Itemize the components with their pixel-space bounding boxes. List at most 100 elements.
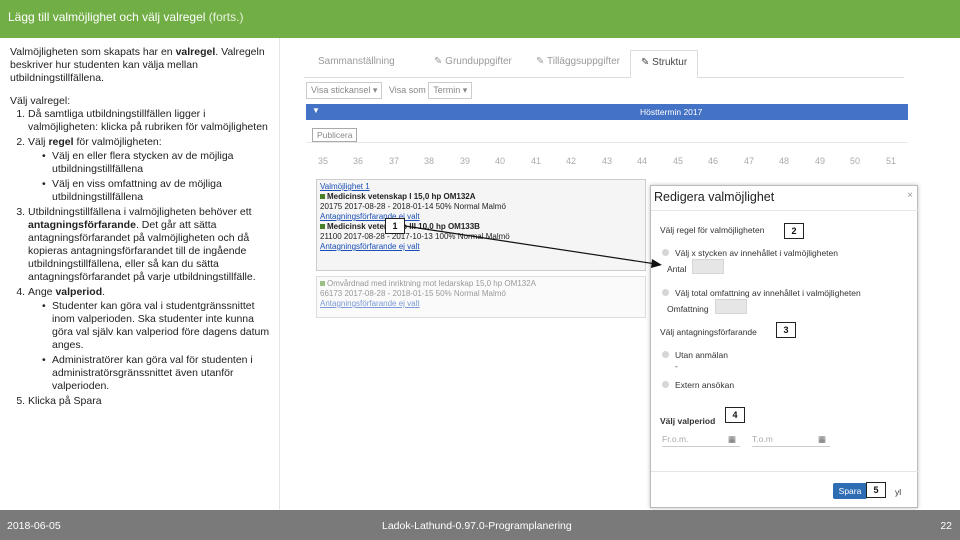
- divider: [651, 471, 919, 472]
- step-4-bullet-1-text: Studenter kan göra val i studentgränssni…: [52, 300, 270, 351]
- tab-tillaggsuppgifter-label: Tilläggsuppgifter: [546, 56, 620, 67]
- week-label: 43: [602, 156, 613, 166]
- course-name: Medicinsk vetenskap I 15,0 hp OM132A: [327, 192, 476, 201]
- week-label: 47: [744, 156, 755, 166]
- week-label: 37: [389, 156, 400, 166]
- admission-radio-none[interactable]: [662, 351, 669, 358]
- count-label: Antal: [667, 264, 687, 274]
- tab-sammanstallning[interactable]: Sammanställning: [318, 56, 395, 67]
- to-date-input[interactable]: T.o.m ▦: [752, 431, 830, 447]
- marker-2: 2: [784, 223, 804, 239]
- from-date-input[interactable]: Fr.o.m. ▦: [662, 431, 740, 447]
- heading-text: Välj valregel:: [10, 95, 71, 107]
- page-number: 22: [940, 520, 952, 532]
- course-box: Omvårdnad med inriktning mot ledarskap 1…: [316, 276, 646, 318]
- admission-link[interactable]: Antagningsförfarande ej valt: [320, 299, 642, 309]
- from-placeholder: Fr.o.m.: [662, 434, 689, 444]
- filter-select-1[interactable]: Visa stickansel ▾: [306, 82, 383, 99]
- week-label: 41: [531, 156, 542, 166]
- step-4-bullet-1: Studenter kan göra val i studentgränssni…: [42, 300, 272, 352]
- publish-button[interactable]: Publicera: [312, 128, 358, 142]
- cancel-button[interactable]: yl: [895, 487, 901, 497]
- step-5-text: Klicka på Spara: [28, 395, 102, 407]
- slide-footer: 2018-06-05 Ladok-Lathund-0.97.0-Programp…: [0, 510, 960, 540]
- rule-option-count[interactable]: Välj x stycken av innehållet i valmöjlig…: [675, 248, 838, 258]
- week-label: 48: [779, 156, 790, 166]
- step-2-bold: regel: [48, 136, 74, 148]
- filter-select-2[interactable]: Termin ▾: [428, 82, 473, 99]
- intro-text-1: Valmöjligheten som skapats har en: [10, 46, 176, 58]
- marker-5: 5: [866, 482, 886, 498]
- week-label: 40: [495, 156, 506, 166]
- filters-row: Visa stickansel ▾ Visa som Termin ▾: [306, 82, 476, 99]
- step-2-bullet-2-text: Välj en viss omfattning av de möjliga ut…: [52, 178, 222, 203]
- scope-input[interactable]: [715, 299, 747, 314]
- week-label: 50: [850, 156, 861, 166]
- step-3: Utbildningstillfällena i valmöjligheten …: [28, 206, 272, 284]
- course-row: Medicinsk vetenskap III 10,0 hp OM133B: [320, 222, 642, 232]
- week-label: 45: [673, 156, 684, 166]
- admission-link[interactable]: Antagningsförfarande ej valt: [320, 212, 642, 222]
- instructions-panel: Valmöjligheten som skapats har en valreg…: [0, 38, 280, 510]
- course-row: Medicinsk vetenskap I 15,0 hp OM132A: [320, 192, 642, 202]
- rule-radio-scope[interactable]: [662, 289, 669, 296]
- instructions-heading: Välj valregel:: [10, 95, 272, 108]
- rule-heading: Välj regel för valmöjligheten: [660, 225, 765, 235]
- step-2-bullet-2: Välj en viss omfattning av de möjliga ut…: [42, 178, 272, 204]
- admission-dash: -: [675, 361, 678, 371]
- intro-bold: valregel: [175, 46, 216, 58]
- intro-paragraph: Valmöjligheten som skapats har en valreg…: [10, 46, 272, 85]
- slide-title-text: Lägg till valmöjlighet och välj valregel: [8, 10, 206, 24]
- course-detail: 21100 2017-08-28 - 2017-10-13 100% Norma…: [320, 232, 510, 241]
- week-label: 44: [637, 156, 648, 166]
- footer-date: 2018-06-05: [7, 520, 61, 532]
- tab-bar: Sammanställning ✎ Grunduppgifter ✎ Tillä…: [304, 50, 904, 78]
- slide-title: Lägg till valmöjlighet och välj valregel…: [8, 10, 243, 24]
- term-bar[interactable]: ▼ Hösttermin 2017: [306, 104, 908, 120]
- marker-3: 3: [776, 322, 796, 338]
- course-color-icon: [320, 281, 325, 286]
- step-2-pre: Välj: [28, 136, 49, 148]
- calendar-icon[interactable]: ▦: [818, 434, 826, 445]
- step-5: Klicka på Spara: [28, 395, 272, 408]
- week-label: 38: [424, 156, 435, 166]
- admission-radio-external[interactable]: [662, 381, 669, 388]
- admission-link[interactable]: Antagningsförfarande ej valt: [320, 242, 642, 252]
- footer-document: Ladok-Lathund-0.97.0-Programplanering: [382, 520, 572, 532]
- step-3-pre: Utbildningstillfällena i valmöjligheten …: [28, 206, 252, 218]
- week-label: 39: [460, 156, 471, 166]
- admission-option-external[interactable]: Extern ansökan: [675, 380, 734, 390]
- save-button[interactable]: Spara: [833, 483, 867, 499]
- valmojlighet-title-link[interactable]: Valmöjlighet 1: [320, 182, 642, 192]
- rule-option-scope[interactable]: Välj total omfattning av innehållet i va…: [675, 288, 861, 298]
- tab-tillaggsuppgifter[interactable]: ✎ Tilläggsuppgifter: [536, 56, 620, 67]
- tab-struktur[interactable]: ✎ Struktur: [630, 50, 699, 78]
- filter-2-label: Visa som: [388, 85, 426, 95]
- week-label: 36: [353, 156, 364, 166]
- step-4-bullet-2: Administratörer kan göra val för student…: [42, 354, 272, 393]
- instructions-text: Valmöjligheten som skapats har en valreg…: [10, 46, 272, 410]
- tab-struktur-label: Struktur: [652, 57, 688, 68]
- admission-option-none[interactable]: Utan anmälan: [675, 350, 728, 360]
- course-color-icon: [320, 194, 325, 199]
- count-input[interactable]: [692, 259, 724, 274]
- week-label: 51: [886, 156, 897, 166]
- marker-1: 1: [385, 218, 405, 234]
- rule-radio-count[interactable]: [662, 249, 669, 256]
- dialog-title: Redigera valmöjlighet: [654, 190, 775, 204]
- step-2: Välj regel för valmöjligheten: Välj en e…: [28, 136, 272, 204]
- period-heading: Välj valperiod: [660, 416, 716, 426]
- collapse-icon[interactable]: ▼: [312, 106, 320, 115]
- step-1: Då samtliga utbildningstillfällen ligger…: [28, 108, 272, 134]
- step-4-pre: Ange: [28, 286, 56, 298]
- admission-heading: Välj antagningsförfarande: [660, 327, 757, 337]
- close-icon[interactable]: ×: [907, 190, 913, 201]
- calendar-icon[interactable]: ▦: [728, 434, 736, 445]
- step-4-post: .: [102, 286, 106, 298]
- step-4-bold: valperiod: [55, 286, 103, 298]
- course-color-icon: [320, 224, 325, 229]
- step-2-bullet-1-text: Välj en eller flera stycken av de möjlig…: [52, 150, 234, 175]
- steps-list: Då samtliga utbildningstillfällen ligger…: [10, 108, 272, 408]
- tab-grunduppgifter[interactable]: ✎ Grunduppgifter: [434, 56, 512, 67]
- slide-header: Lägg till valmöjlighet och välj valregel…: [0, 0, 960, 38]
